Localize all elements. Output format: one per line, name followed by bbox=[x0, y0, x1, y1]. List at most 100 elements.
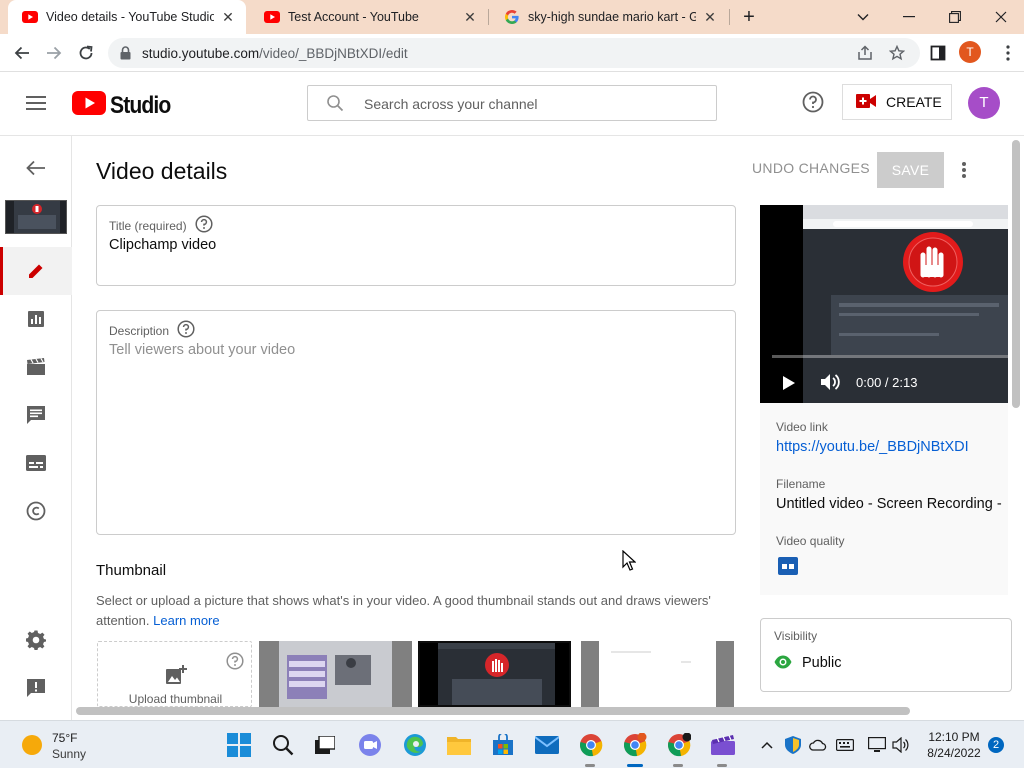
notification-count-badge[interactable]: 2 bbox=[988, 737, 1004, 753]
thumbnail-option-2-selected[interactable] bbox=[418, 641, 571, 707]
weather-temperature[interactable]: 75°F bbox=[52, 731, 77, 745]
side-panel-icon[interactable] bbox=[924, 39, 952, 67]
thumbnail-option-1[interactable] bbox=[259, 641, 412, 707]
save-button[interactable]: SAVE bbox=[877, 152, 944, 188]
clock-date[interactable]: 8/24/2022 bbox=[918, 746, 990, 760]
nav-comments-icon[interactable] bbox=[0, 391, 72, 439]
tab-test-account[interactable]: Test Account - YouTube ✕ bbox=[250, 0, 488, 34]
mail-icon[interactable] bbox=[534, 732, 560, 758]
close-tab-icon[interactable]: ✕ bbox=[220, 9, 236, 26]
nav-details-pencil-icon[interactable] bbox=[0, 247, 72, 295]
teams-chat-icon[interactable] bbox=[357, 732, 383, 758]
tray-chevron-up-icon[interactable] bbox=[757, 732, 777, 758]
add-photo-icon bbox=[165, 665, 187, 690]
network-monitor-icon[interactable] bbox=[866, 732, 888, 758]
nav-copyright-icon[interactable] bbox=[0, 487, 72, 535]
onedrive-cloud-icon[interactable] bbox=[807, 732, 829, 758]
description-label-text: Description bbox=[109, 323, 170, 338]
horizontal-scrollbar[interactable] bbox=[76, 707, 910, 715]
file-explorer-icon[interactable] bbox=[446, 732, 472, 758]
address-bar[interactable]: studio.youtube.com/video/_BBDjNBtXDI/edi… bbox=[108, 38, 920, 68]
learn-more-link[interactable]: Learn more bbox=[153, 613, 219, 628]
close-window-icon[interactable] bbox=[978, 0, 1024, 34]
bookmark-star-icon[interactable] bbox=[888, 44, 906, 62]
video-preview-player[interactable]: 0:00 / 2:13 bbox=[760, 205, 1008, 403]
clock-time[interactable]: 12:10 PM bbox=[918, 730, 990, 744]
chrome-profile-1-icon[interactable] bbox=[578, 732, 604, 758]
clipchamp-icon[interactable] bbox=[710, 732, 736, 758]
task-view-icon[interactable] bbox=[312, 732, 338, 758]
keyboard-icon[interactable] bbox=[834, 732, 856, 758]
back-arrow-icon[interactable] bbox=[8, 39, 36, 67]
share-icon[interactable] bbox=[856, 44, 874, 62]
chrome-profile-t-icon[interactable] bbox=[622, 732, 648, 758]
left-nav-rail bbox=[0, 136, 72, 720]
taskbar-search-icon[interactable] bbox=[270, 732, 296, 758]
title-field[interactable]: Title (required) Clipchamp video bbox=[96, 205, 736, 286]
help-icon[interactable] bbox=[802, 91, 824, 118]
nav-editor-clapper-icon[interactable] bbox=[0, 343, 72, 391]
description-field[interactable]: Description Tell viewers about your vide… bbox=[96, 310, 736, 535]
thumbnail-option-3[interactable] bbox=[581, 641, 734, 707]
description-help-icon[interactable] bbox=[177, 320, 195, 341]
nav-subtitles-icon[interactable] bbox=[0, 439, 72, 487]
video-link[interactable]: https://youtu.be/_BBDjNBtXDI bbox=[776, 439, 969, 455]
more-options-icon[interactable] bbox=[954, 160, 974, 185]
close-tab-icon[interactable]: ✕ bbox=[702, 9, 718, 26]
windows-start-icon[interactable] bbox=[226, 732, 252, 758]
weather-condition[interactable]: Sunny bbox=[52, 747, 86, 761]
video-thumbnail-mini[interactable] bbox=[5, 200, 67, 234]
upload-help-icon[interactable] bbox=[226, 652, 244, 675]
defender-shield-icon[interactable] bbox=[783, 732, 803, 758]
title-input-value[interactable]: Clipchamp video bbox=[109, 237, 216, 253]
upload-thumbnail-button[interactable]: Upload thumbnail bbox=[97, 641, 252, 707]
play-icon[interactable] bbox=[782, 375, 796, 396]
edge-browser-icon[interactable] bbox=[402, 732, 428, 758]
tab-google-search[interactable]: sky-high sundae mario kart - Go ✕ bbox=[490, 0, 728, 34]
vertical-scrollbar[interactable] bbox=[1012, 140, 1020, 408]
tab-search-chevron-icon[interactable] bbox=[840, 0, 886, 34]
account-avatar[interactable]: T bbox=[968, 87, 1000, 119]
visibility-label: Visibility bbox=[774, 629, 818, 643]
tab-separator bbox=[729, 9, 730, 25]
create-button[interactable]: CREATE bbox=[842, 84, 952, 120]
video-time: 0:00 / 2:13 bbox=[856, 375, 918, 390]
chrome-profile-3-icon[interactable] bbox=[666, 732, 692, 758]
nav-feedback-icon[interactable] bbox=[0, 664, 72, 712]
description-placeholder[interactable]: Tell viewers about your video bbox=[109, 342, 295, 358]
youtube-studio-logo[interactable]: Studio bbox=[72, 91, 179, 120]
new-tab-button[interactable]: + bbox=[738, 5, 760, 29]
visibility-dropdown[interactable]: Visibility Public bbox=[760, 618, 1012, 692]
close-tab-icon[interactable]: ✕ bbox=[462, 9, 478, 26]
filename-value: Untitled video - Screen Recording - bbox=[776, 496, 1002, 512]
browser-profile-avatar[interactable]: T bbox=[959, 41, 981, 63]
video-progress-bar[interactable] bbox=[772, 355, 1008, 358]
url-path: /video/_BBDjNBtXDI/edit bbox=[259, 46, 408, 61]
forward-arrow-icon[interactable] bbox=[40, 39, 68, 67]
chrome-menu-icon[interactable] bbox=[994, 39, 1022, 67]
undo-changes-button[interactable]: UNDO CHANGES bbox=[752, 160, 870, 176]
sd-quality-icon bbox=[778, 557, 798, 575]
youtube-logo-icon bbox=[72, 91, 106, 120]
back-to-content-icon[interactable] bbox=[0, 144, 72, 192]
youtube-icon bbox=[264, 9, 280, 25]
weather-sun-icon[interactable] bbox=[22, 735, 42, 755]
nav-analytics-icon[interactable] bbox=[0, 295, 72, 343]
nav-settings-gear-icon[interactable] bbox=[0, 616, 72, 664]
lock-icon[interactable] bbox=[120, 46, 131, 65]
title-field-label: Title (required) bbox=[109, 215, 213, 236]
hamburger-menu-icon[interactable] bbox=[26, 95, 46, 116]
taskbar-running-indicator bbox=[585, 764, 595, 767]
restore-icon[interactable] bbox=[932, 0, 978, 34]
minimize-icon[interactable] bbox=[886, 0, 932, 34]
speaker-volume-icon[interactable] bbox=[890, 732, 912, 758]
tab-youtube-studio[interactable]: Video details - YouTube Studio ✕ bbox=[8, 0, 246, 34]
google-icon bbox=[504, 9, 520, 25]
channel-search-input[interactable]: Search across your channel bbox=[307, 85, 717, 121]
eye-icon bbox=[774, 655, 792, 674]
reload-icon[interactable] bbox=[72, 39, 100, 67]
volume-icon[interactable] bbox=[820, 373, 842, 396]
tab-separator bbox=[488, 9, 489, 25]
microsoft-store-icon[interactable] bbox=[490, 732, 516, 758]
title-help-icon[interactable] bbox=[195, 215, 213, 236]
